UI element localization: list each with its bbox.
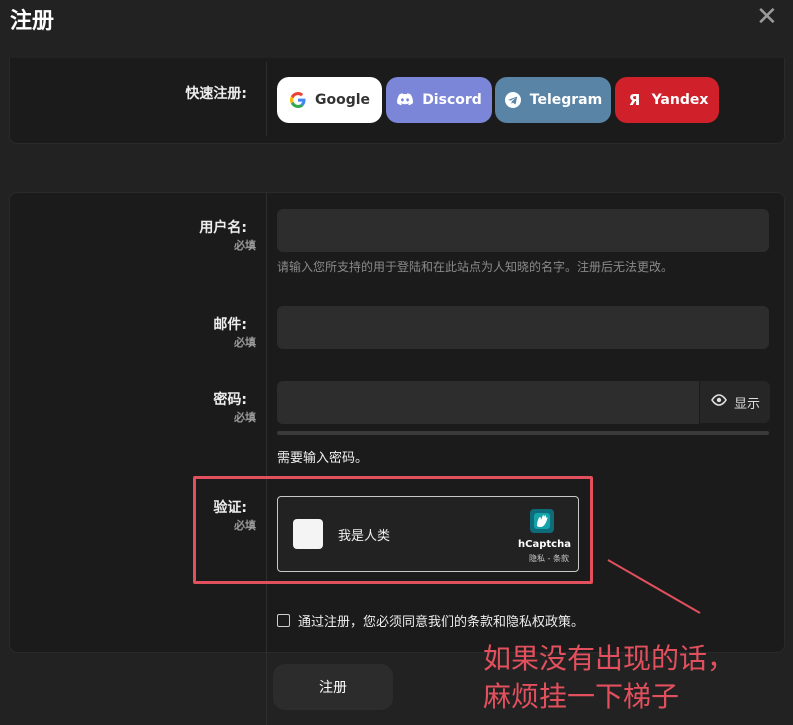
google-icon [289, 91, 307, 109]
annotation-arrow [607, 559, 701, 614]
yandex-login-button[interactable]: Я Yandex [615, 77, 719, 123]
agreement-text: 通过注册，您必须同意我们的条款和隐私权政策。 [298, 615, 585, 630]
form-divider [266, 192, 267, 725]
show-password-label: 显示 [733, 396, 760, 412]
password-message: 需要输入密码。 [277, 451, 369, 466]
email-label: 邮件: [213, 317, 247, 333]
password-required: 必填 [234, 411, 256, 424]
email-input[interactable] [277, 306, 769, 349]
section-divider [266, 62, 267, 136]
discord-icon [396, 91, 414, 109]
eye-icon [710, 394, 728, 410]
yandex-icon: Я [628, 91, 641, 109]
username-label: 用户名: [199, 220, 247, 236]
username-input[interactable] [277, 209, 769, 252]
password-strength-bar [277, 431, 769, 435]
username-required: 必填 [234, 239, 256, 252]
telegram-icon [504, 91, 522, 109]
annotation-text-line2: 麻烦挂一下梯子 [483, 680, 680, 713]
quick-register-label: 快速注册: [185, 86, 247, 102]
google-label: Google [314, 92, 371, 108]
dialog-title: 注册 [10, 9, 55, 34]
show-password-button[interactable]: 显示 [699, 381, 770, 423]
agreement-checkbox[interactable] [277, 614, 290, 627]
register-submit-button[interactable]: 注册 [273, 664, 393, 710]
annotation-highlight-box [193, 476, 593, 584]
password-input[interactable] [277, 381, 699, 424]
google-login-button[interactable]: Google [277, 77, 382, 123]
password-label: 密码: [213, 392, 247, 408]
telegram-login-button[interactable]: Telegram [495, 77, 611, 123]
agreement-row: 通过注册，您必须同意我们的条款和隐私权政策。 [277, 611, 584, 630]
discord-label: Discord [422, 92, 482, 108]
close-icon[interactable]: ✕ [756, 4, 778, 30]
yandex-label: Yandex [651, 92, 709, 108]
email-required: 必填 [234, 336, 256, 349]
username-hint: 请输入您所支持的用于登陆和在此站点为人知晓的名字。注册后无法更改。 [277, 260, 674, 274]
annotation-text-line1: 如果没有出现的话， [483, 642, 736, 675]
telegram-label: Telegram [529, 92, 603, 108]
discord-login-button[interactable]: Discord [386, 77, 492, 123]
